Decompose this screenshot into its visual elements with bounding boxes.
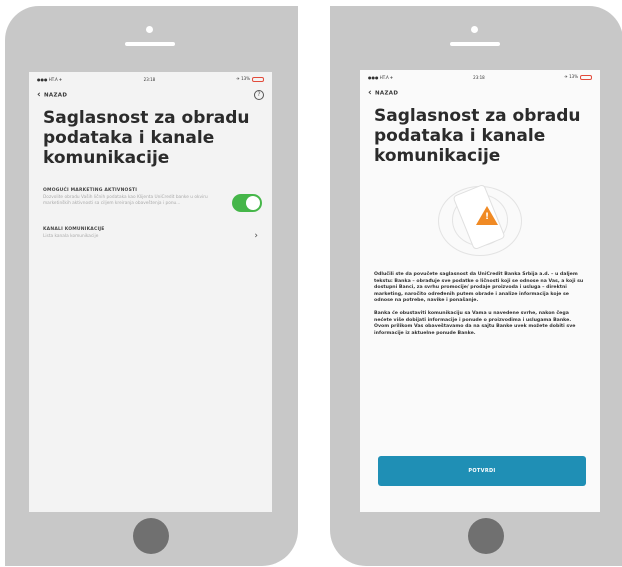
marketing-setting-title: OMOGUĆI MARKETING AKTIVNOSTI: [43, 188, 138, 193]
back-button[interactable]: ‹ NAZAD: [37, 90, 67, 100]
battery-icon: [580, 74, 592, 80]
withdraw-consent-screen: ●●● HT.A ✈ 23:18 ✈ 13% ‹ NAZAD Saglasnost…: [360, 70, 600, 512]
status-bar: ●●● HT.A ✈ 23:18 ✈ 13%: [360, 70, 600, 84]
consent-paragraph-1: Odlučili ste da povučete saglasnost da U…: [374, 272, 584, 304]
speaker-grille: [125, 42, 175, 46]
home-button[interactable]: [133, 518, 169, 554]
page-title: Saglasnost za obradu podataka i kanale k…: [374, 106, 581, 166]
settings-screen: ●●● HT.A ✈ 23:18 ✈ 13% ‹ NAZAD ? Saglasno…: [29, 72, 272, 512]
page-title: Saglasnost za obradu podataka i kanale k…: [43, 108, 250, 168]
camera-dot: [146, 26, 153, 33]
back-button[interactable]: ‹ NAZAD: [368, 88, 398, 98]
nav-bar: ‹ NAZAD ?: [29, 86, 272, 104]
warning-illustration: !: [420, 180, 540, 262]
phone-left: ●●● HT.A ✈ 23:18 ✈ 13% ‹ NAZAD ? Saglasno…: [5, 6, 298, 566]
status-time: 23:18: [473, 74, 485, 80]
channels-setting-title: KANALI KOMUNIKACIJE: [43, 227, 105, 232]
carrier-signal: ●●● HT.A ✈: [368, 74, 394, 80]
battery-icon: [252, 76, 264, 82]
confirm-button[interactable]: POTVRDI: [378, 456, 586, 486]
chevron-left-icon: ‹: [368, 88, 373, 98]
home-button[interactable]: [468, 518, 504, 554]
speaker-grille: [450, 42, 500, 46]
status-time: 23:18: [143, 76, 156, 82]
status-bar: ●●● HT.A ✈ 23:18 ✈ 13%: [29, 72, 272, 86]
consent-paragraph-2: Banka će obustaviti komunikaciju sa Vama…: [374, 310, 576, 336]
exclamation-icon: !: [485, 212, 490, 222]
battery-indicator: ✈ 13%: [236, 76, 264, 82]
chevron-right-icon: ›: [254, 231, 258, 241]
toggle-knob: [246, 196, 260, 210]
channels-setting-row[interactable]: KANALI KOMUNIKACIJE Lista kanala komunik…: [29, 227, 272, 241]
marketing-setting-description: Dozvolite obradu Vaših ličnih podataka k…: [43, 195, 208, 206]
marketing-setting-row: OMOGUĆI MARKETING AKTIVNOSTI Dozvolite o…: [29, 188, 272, 212]
battery-indicator: ✈ 13%: [564, 74, 592, 80]
phone-right: ●●● HT.A ✈ 23:18 ✈ 13% ‹ NAZAD Saglasnost…: [330, 6, 622, 566]
nav-bar: ‹ NAZAD: [360, 84, 600, 102]
channels-setting-description: Lista kanala komunikacije: [43, 234, 99, 239]
carrier-signal: ●●● HT.A ✈: [37, 76, 63, 82]
chevron-left-icon: ‹: [37, 90, 42, 100]
marketing-toggle[interactable]: [232, 194, 262, 212]
camera-dot: [471, 26, 478, 33]
help-icon[interactable]: ?: [254, 90, 264, 100]
